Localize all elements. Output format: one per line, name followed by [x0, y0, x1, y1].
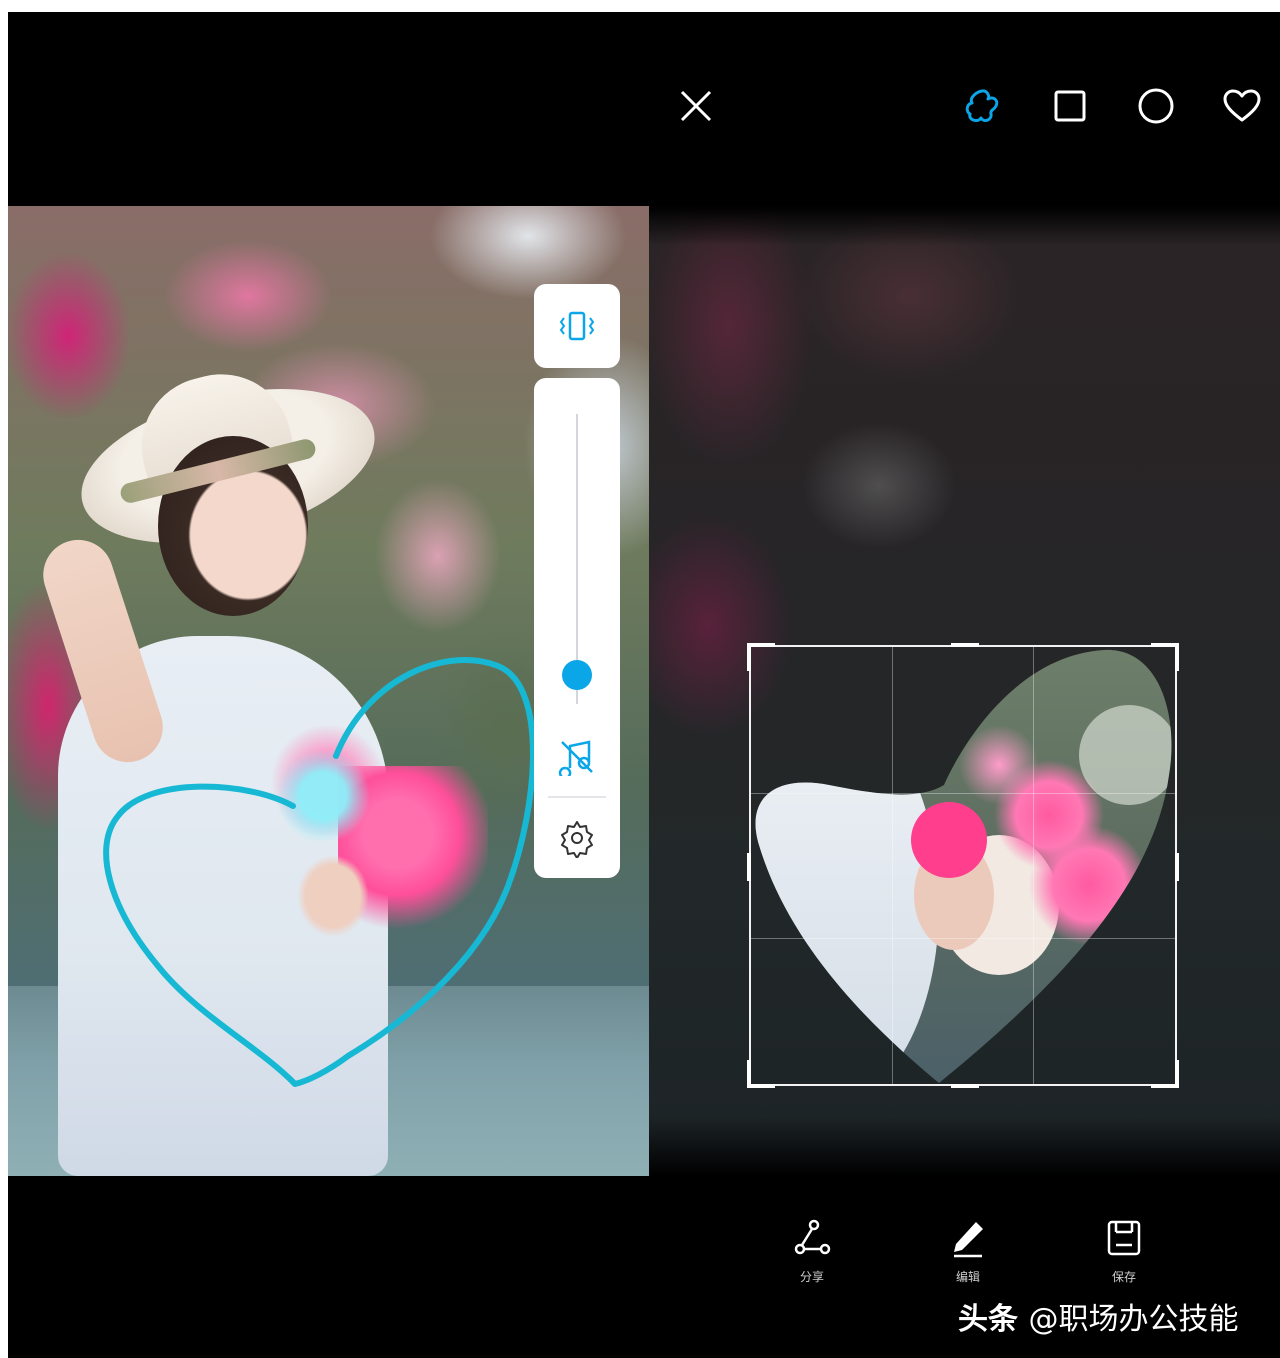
crop-frame[interactable]: [747, 643, 1179, 1088]
crop-handle-left[interactable]: [747, 853, 751, 881]
crop-handle-bottom-right[interactable]: [1151, 1060, 1179, 1088]
share-button[interactable]: 分享: [772, 1216, 852, 1285]
gesture-side-panel: [534, 284, 620, 878]
mute-icon[interactable]: [557, 736, 597, 776]
save-icon: [1107, 1220, 1141, 1256]
watermark-brand: 头条: [958, 1302, 1018, 1337]
settings-icon[interactable]: [557, 818, 597, 858]
vibrate-toggle-button[interactable]: [534, 284, 620, 368]
save-button[interactable]: 保存: [1084, 1216, 1164, 1285]
crop-grid-line: [751, 792, 1175, 794]
edit-button[interactable]: 编辑: [928, 1216, 1008, 1285]
left-photo-canvas[interactable]: [8, 206, 649, 1176]
crop-handle-top-right[interactable]: [1151, 643, 1179, 671]
vibrate-icon: [559, 311, 595, 341]
square-shape-icon[interactable]: [1048, 84, 1092, 128]
watermark: 头条 @职场办公技能: [958, 1294, 1238, 1338]
heart-shape-icon[interactable]: [1220, 84, 1264, 128]
crop-handle-top-left[interactable]: [747, 643, 775, 671]
background-fade-top: [649, 206, 1280, 246]
edit-label: 编辑: [955, 1270, 980, 1284]
crop-grid-line: [751, 938, 1175, 940]
screenshot-frame: 分享 编辑 保存 头条 @职场办公技能: [8, 12, 1280, 1358]
volume-slider-knob[interactable]: [562, 660, 592, 690]
background-fade-bottom: [649, 1116, 1280, 1176]
panel-divider: [548, 796, 606, 798]
crop-grid-line: [892, 647, 894, 1084]
close-icon[interactable]: [674, 84, 718, 128]
crop-handle-bottom[interactable]: [951, 1084, 979, 1088]
watermark-handle: @职场办公技能: [1028, 1302, 1239, 1337]
freeform-shape-icon[interactable]: [960, 84, 1004, 128]
crop-handle-right[interactable]: [1175, 853, 1179, 881]
crop-handle-top[interactable]: [951, 643, 979, 647]
crop-handle-bottom-left[interactable]: [747, 1060, 775, 1088]
share-label: 分享: [799, 1270, 824, 1284]
crop-grid-line: [1033, 647, 1035, 1084]
edit-icon: [954, 1222, 983, 1258]
save-label: 保存: [1111, 1270, 1136, 1284]
volume-control-card: [534, 378, 620, 878]
circle-shape-icon[interactable]: [1134, 84, 1178, 128]
share-icon: [794, 1219, 831, 1255]
